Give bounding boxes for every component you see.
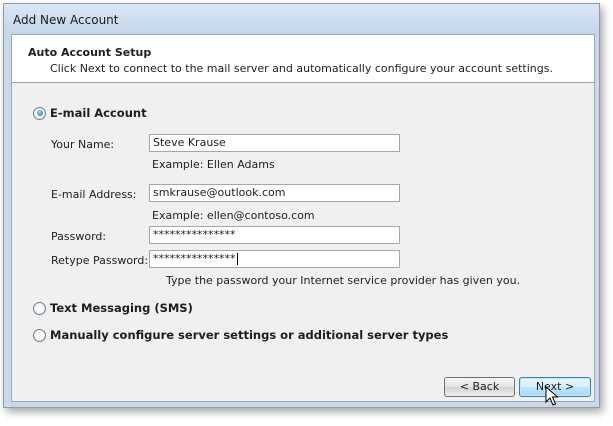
header-panel: Auto Account Setup Click Next to connect… bbox=[12, 35, 594, 83]
sms-option[interactable]: Text Messaging (SMS) bbox=[33, 301, 193, 315]
add-account-dialog: Add New Account Auto Account Setup Click… bbox=[3, 3, 600, 408]
your-name-label: Your Name: bbox=[51, 138, 115, 151]
sms-radio[interactable] bbox=[33, 301, 46, 315]
email-account-option[interactable]: E-mail Account bbox=[33, 106, 147, 120]
password-hint: Type the password your Internet service … bbox=[166, 274, 521, 287]
email-address-label: E-mail Address: bbox=[51, 188, 137, 201]
email-account-radio[interactable] bbox=[33, 106, 46, 120]
text-caret bbox=[236, 253, 238, 265]
window-title: Add New Account bbox=[13, 13, 119, 27]
manual-config-radio[interactable] bbox=[33, 328, 46, 342]
header-description: Click Next to connect to the mail server… bbox=[50, 62, 553, 75]
retype-password-input[interactable]: *************** bbox=[149, 250, 400, 268]
mouse-cursor-icon bbox=[545, 386, 559, 406]
header-title: Auto Account Setup bbox=[28, 46, 152, 59]
email-address-input[interactable]: smkrause@outlook.com bbox=[149, 184, 400, 202]
back-button[interactable]: < Back bbox=[444, 377, 515, 397]
email-address-hint: Example: ellen@contoso.com bbox=[152, 209, 315, 222]
email-account-label: E-mail Account bbox=[50, 106, 147, 120]
your-name-hint: Example: Ellen Adams bbox=[152, 158, 275, 171]
manual-config-option[interactable]: Manually configure server settings or ad… bbox=[33, 328, 448, 342]
sms-label: Text Messaging (SMS) bbox=[50, 301, 193, 315]
title-bar[interactable]: Add New Account bbox=[4, 4, 599, 34]
password-input[interactable]: *************** bbox=[149, 226, 400, 244]
dialog-content: Auto Account Setup Click Next to connect… bbox=[11, 34, 595, 402]
manual-config-label: Manually configure server settings or ad… bbox=[50, 328, 449, 342]
retype-password-label: Retype Password: bbox=[51, 254, 149, 267]
retype-password-value: *************** bbox=[153, 252, 236, 265]
your-name-input[interactable]: Steve Krause bbox=[149, 134, 400, 152]
password-label: Password: bbox=[51, 230, 107, 243]
